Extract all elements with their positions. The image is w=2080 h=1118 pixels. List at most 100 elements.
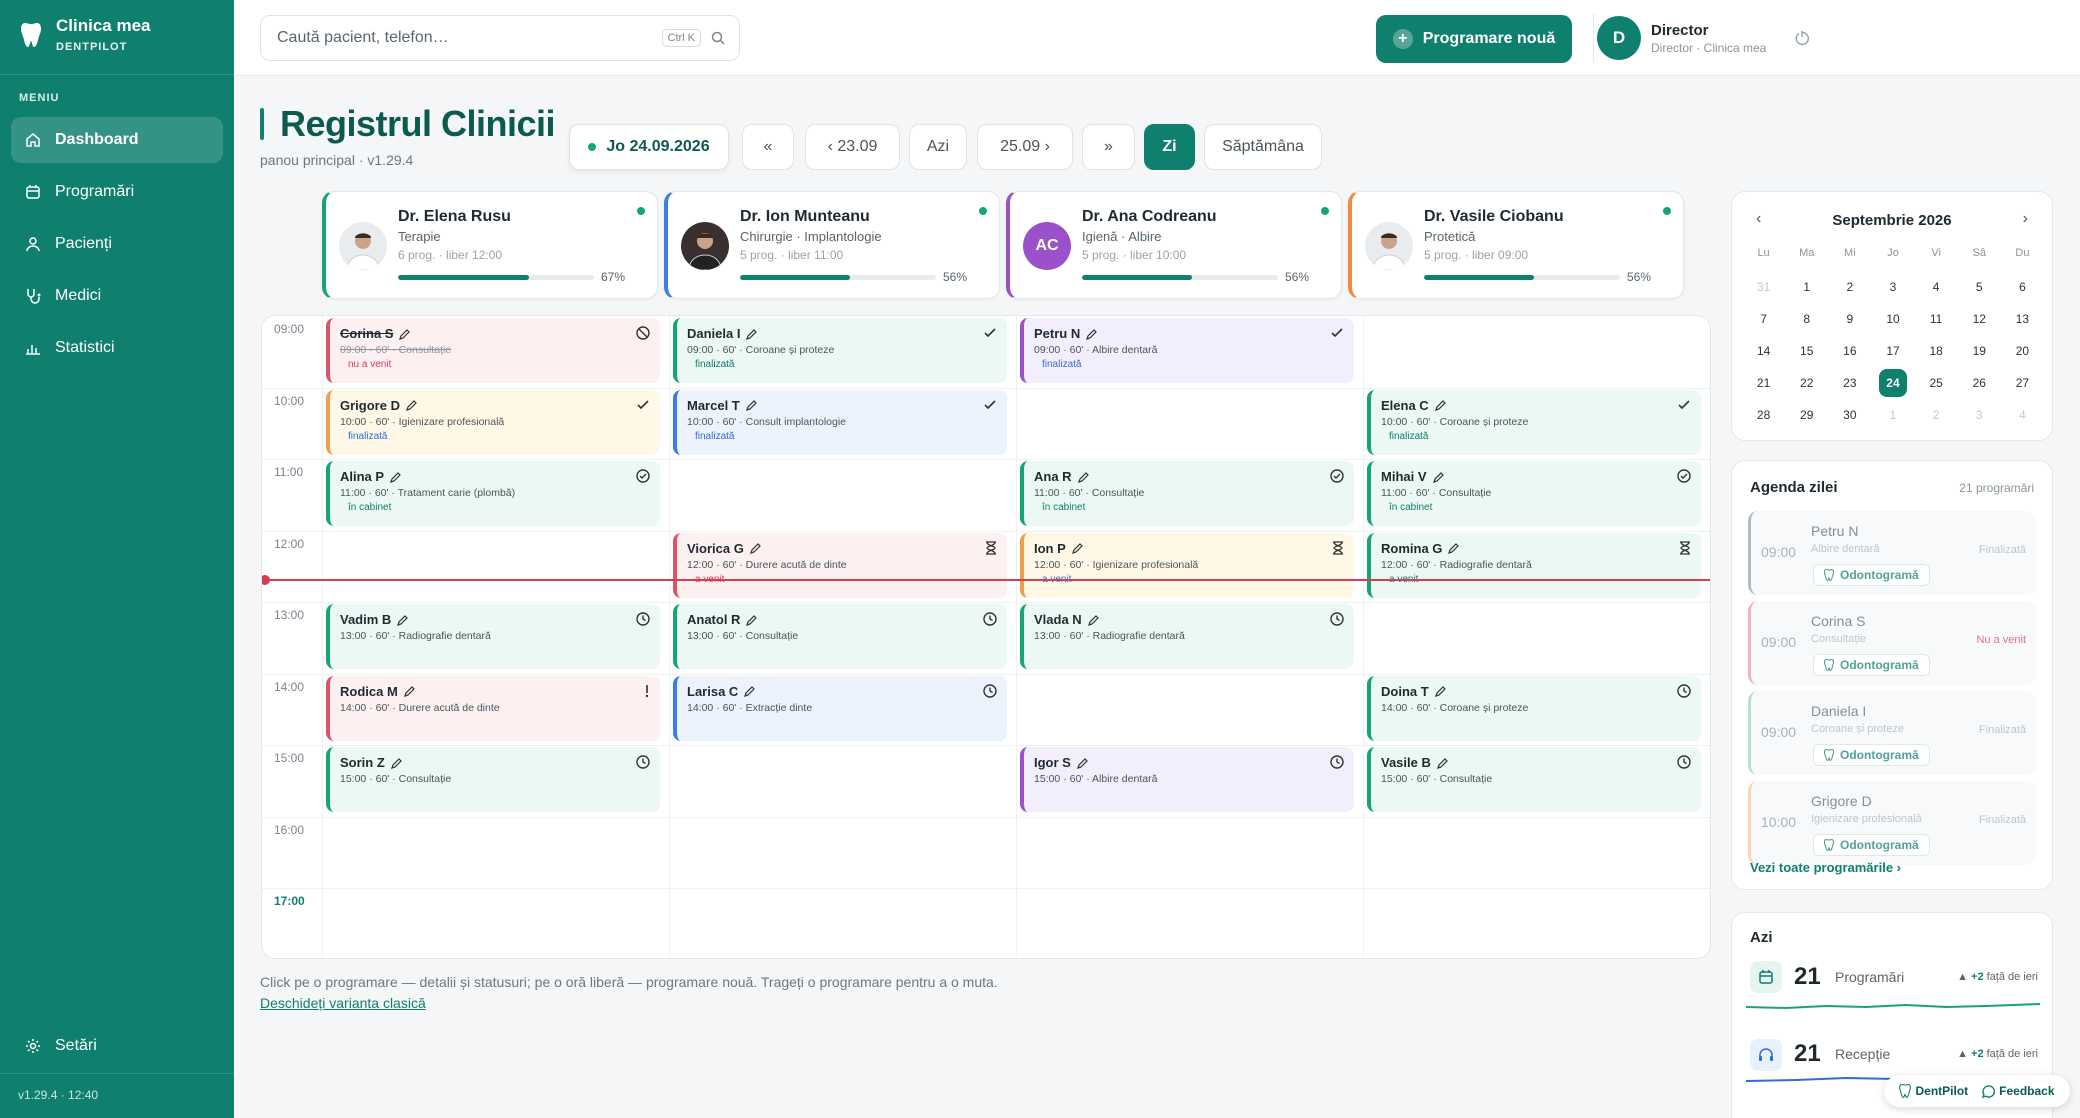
appointment-card[interactable]: Grigore D 10:00 · 60' · Igienizare profe… — [326, 389, 660, 455]
edit-pencil-icon[interactable] — [397, 614, 409, 626]
doctor-card[interactable]: Dr. Elena Rusu Terapie 6 prog. · liber 1… — [322, 191, 658, 299]
calendar-day[interactable]: 11 — [1915, 303, 1958, 335]
new-appointment-button[interactable]: + Programare nouă — [1376, 15, 1572, 63]
edit-pencil-icon[interactable] — [403, 685, 416, 697]
appointment-card[interactable]: Elena C 10:00 · 60' · Coroane și proteze… — [1367, 389, 1701, 455]
appointment-card[interactable]: Vlada N 13:00 · 60' · Radiografie dentar… — [1020, 604, 1354, 669]
agenda-item[interactable]: 10:00 Grigore D Igienizare profesională … — [1748, 781, 2036, 865]
calendar-day[interactable]: 3 — [1871, 271, 1914, 303]
calendar-day[interactable]: 2 — [1828, 271, 1871, 303]
appointment-card[interactable]: Larisa C 14:00 · 60' · Extracție dinte — [673, 675, 1007, 741]
appointment-card[interactable]: Anatol R 13:00 · 60' · Consultație — [673, 604, 1007, 669]
calendar-day[interactable]: 3 — [1958, 399, 2001, 431]
edit-pencil-icon[interactable] — [1077, 471, 1090, 483]
prev-day-button[interactable]: ‹ 23.09 — [805, 124, 900, 170]
calendar-day[interactable]: 31 — [1742, 271, 1785, 303]
edit-pencil-icon[interactable] — [744, 685, 756, 697]
edit-pencil-icon[interactable] — [1434, 685, 1447, 697]
calendar-day[interactable]: 7 — [1742, 303, 1785, 335]
calendar-day[interactable]: 25 — [1915, 367, 1958, 399]
prev-week-button[interactable]: « — [742, 124, 794, 170]
today-button[interactable]: Azi — [909, 124, 967, 170]
calendar-day[interactable]: 12 — [1958, 303, 2001, 335]
edit-pencil-icon[interactable] — [1076, 757, 1089, 769]
view-all-appointments-link[interactable]: Vezi toate programările › — [1750, 860, 1901, 875]
calendar-day[interactable]: 21 — [1742, 367, 1785, 399]
appointment-card[interactable]: Daniela I 09:00 · 60' · Coroane și prote… — [673, 318, 1007, 383]
edit-pencil-icon[interactable] — [1432, 471, 1445, 483]
calendar-day[interactable]: 30 — [1828, 399, 1871, 431]
appointment-card[interactable]: Mihai V 11:00 · 60' · Consultație în cab… — [1367, 461, 1701, 526]
appointment-card[interactable]: Romina G 12:00 · 60' · Radiografie denta… — [1367, 532, 1701, 598]
search-icon[interactable] — [711, 31, 725, 45]
calendar-day[interactable]: 1 — [1871, 399, 1914, 431]
doctor-card[interactable]: Dr. Ion Munteanu Chirurgie · Implantolog… — [664, 191, 1000, 299]
calendar-day[interactable]: 4 — [1915, 271, 1958, 303]
appointment-card[interactable]: Vadim B 13:00 · 60' · Radiografie dentar… — [326, 604, 660, 669]
appointment-card[interactable]: Marcel T 10:00 · 60' · Consult implantol… — [673, 389, 1007, 455]
calendar-day[interactable]: 10 — [1871, 303, 1914, 335]
brand[interactable]: Clinica mea DENTPILOT — [20, 16, 151, 53]
calendar-day[interactable]: 16 — [1828, 335, 1871, 367]
calendar-day-today[interactable]: 24 — [1871, 367, 1914, 399]
calendar-day[interactable]: 9 — [1828, 303, 1871, 335]
sidebar-item-appointments[interactable]: Programări — [11, 169, 223, 215]
appointment-card[interactable]: Sorin Z 15:00 · 60' · Consultație — [326, 747, 660, 812]
edit-pencil-icon[interactable] — [390, 471, 402, 483]
calendar-day[interactable]: 18 — [1915, 335, 1958, 367]
calendar-day[interactable]: 13 — [2001, 303, 2044, 335]
current-date-button[interactable]: Jo 24.09.2026 — [569, 124, 729, 170]
edit-pencil-icon[interactable] — [1448, 542, 1460, 554]
calendar-day[interactable]: 8 — [1785, 303, 1828, 335]
calendar-day[interactable]: 20 — [2001, 335, 2044, 367]
edit-pencil-icon[interactable] — [1071, 542, 1084, 554]
edit-pencil-icon[interactable] — [746, 614, 758, 626]
sidebar-item-statistics[interactable]: Statistici — [11, 325, 223, 371]
edit-pencil-icon[interactable] — [745, 399, 758, 411]
feedback-button[interactable]: Feedback — [1982, 1084, 2055, 1098]
edit-pencil-icon[interactable] — [406, 399, 418, 411]
odontogram-button[interactable]: Odontogramă — [1813, 744, 1930, 766]
calendar-day[interactable]: 28 — [1742, 399, 1785, 431]
appointment-card[interactable]: Ion P 12:00 · 60' · Igienizare profesion… — [1020, 532, 1354, 598]
agenda-item[interactable]: 09:00 Corina S Consultație Nu a venit Od… — [1748, 601, 2036, 685]
appointment-card[interactable]: Corina S 09:00 · 60' · Consultație nu a … — [326, 318, 660, 383]
calendar-day[interactable]: 5 — [1958, 271, 2001, 303]
sidebar-item-patients[interactable]: Pacienți — [11, 221, 223, 267]
search-input[interactable] — [277, 29, 662, 47]
dentpilot-link[interactable]: DentPilot — [1899, 1084, 1968, 1098]
appointment-card[interactable]: Igor S 15:00 · 60' · Albire dentară — [1020, 747, 1354, 812]
calendar-day[interactable]: 1 — [1785, 271, 1828, 303]
avatar[interactable]: D — [1597, 16, 1641, 60]
appointment-card[interactable]: Vasile B 15:00 · 60' · Consultație — [1367, 747, 1701, 812]
edit-pencil-icon[interactable] — [390, 757, 403, 769]
calendar-day[interactable]: 27 — [2001, 367, 2044, 399]
agenda-item[interactable]: 09:00 Daniela I Coroane și proteze Final… — [1748, 691, 2036, 775]
view-day-button[interactable]: Zi — [1144, 124, 1195, 170]
calendar-day[interactable]: 6 — [2001, 271, 2044, 303]
odontogram-button[interactable]: Odontogramă — [1813, 654, 1930, 676]
edit-pencil-icon[interactable] — [1087, 614, 1100, 626]
calendar-day[interactable]: 4 — [2001, 399, 2044, 431]
calendar-next-button[interactable]: › — [2023, 210, 2028, 228]
search-box[interactable]: Ctrl K — [260, 15, 740, 61]
calendar-day[interactable]: 14 — [1742, 335, 1785, 367]
agenda-item[interactable]: 09:00 Petru N Albire dentară Finalizată … — [1748, 511, 2036, 595]
odontogram-button[interactable]: Odontogramă — [1813, 834, 1930, 856]
calendar-day[interactable]: 19 — [1958, 335, 2001, 367]
doctor-card[interactable]: Dr. Vasile Ciobanu Protetică 5 prog. · l… — [1348, 191, 1684, 299]
schedule-grid[interactable]: 09:00 10:00 11:00 12:00 13:00 14:00 15:00 16:00… — [261, 315, 1711, 959]
next-day-button[interactable]: 25.09 › — [977, 124, 1073, 170]
power-icon[interactable] — [1794, 30, 1810, 46]
calendar-day[interactable]: 2 — [1915, 399, 1958, 431]
classic-view-link[interactable]: Deschideți varianta clasică — [260, 995, 426, 1011]
calendar-day[interactable]: 15 — [1785, 335, 1828, 367]
appointment-card[interactable]: Alina P 11:00 · 60' · Tratament carie (p… — [326, 461, 660, 526]
calendar-day[interactable]: 17 — [1871, 335, 1914, 367]
calendar-day[interactable]: 29 — [1785, 399, 1828, 431]
sidebar-item-settings[interactable]: Setări — [11, 1023, 223, 1069]
sidebar-item-doctors[interactable]: Medici — [11, 273, 223, 319]
appointment-card[interactable]: Ana R 11:00 · 60' · Consultație în cabin… — [1020, 461, 1354, 526]
edit-pencil-icon[interactable] — [399, 328, 411, 340]
sidebar-item-dashboard[interactable]: Dashboard — [11, 117, 223, 163]
